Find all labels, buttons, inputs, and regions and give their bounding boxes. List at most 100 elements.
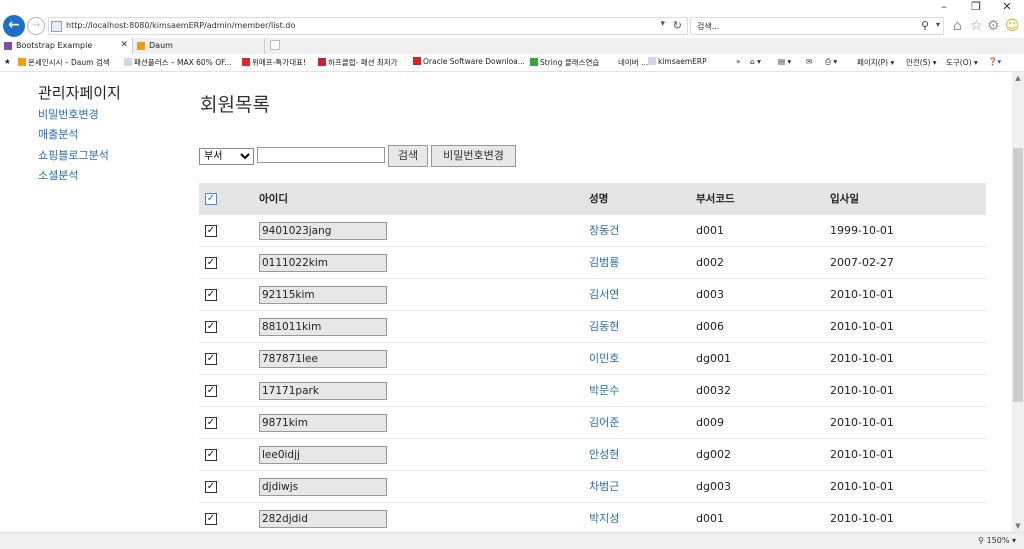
table-row: ✓ 787871lee 이민호 dg001 2010-10-01 bbox=[199, 343, 986, 375]
refresh-icon[interactable]: ↻ bbox=[673, 19, 682, 32]
hire-date: 2010-10-01 bbox=[830, 320, 894, 333]
minimize-icon[interactable]: – bbox=[930, 1, 958, 13]
member-name-link[interactable]: 장동건 bbox=[589, 215, 619, 247]
change-password-button[interactable]: 비밀번호변경 bbox=[431, 145, 516, 167]
favorite-link[interactable]: kimsaemERP bbox=[648, 57, 707, 66]
new-tab-icon[interactable] bbox=[270, 40, 280, 50]
print-icon[interactable]: ⎙ ▾ bbox=[825, 57, 837, 67]
hire-date: 2010-10-01 bbox=[830, 448, 894, 461]
sidebar-link-social[interactable]: 소셜분석 bbox=[38, 167, 78, 183]
scroll-down-icon[interactable]: ▼ bbox=[1012, 520, 1024, 532]
url-field[interactable]: http://localhost:8080/kimsaemERP/admin/m… bbox=[48, 17, 688, 35]
hire-date: 2010-10-01 bbox=[830, 480, 894, 493]
member-name-link[interactable]: 박문수 bbox=[589, 375, 619, 407]
member-id-field[interactable]: lee0idjj bbox=[259, 446, 387, 464]
sidebar-title: 관리자페이지 bbox=[38, 84, 121, 102]
browser-search-field[interactable]: 검색... ⚲ ▾ bbox=[690, 17, 944, 35]
sidebar-link-shopping-blog[interactable]: 쇼핑블로그분석 bbox=[38, 147, 109, 163]
favorite-link[interactable]: 온세인시시 – Daum 검색 bbox=[18, 57, 110, 68]
table-row: ✓ 0111022kim 김범룡 d002 2007-02-27 bbox=[199, 247, 986, 279]
search-input[interactable] bbox=[257, 147, 385, 163]
member-name-link[interactable]: 박지성 bbox=[589, 503, 619, 532]
favorites-star-add-icon[interactable]: ★ bbox=[4, 57, 11, 66]
settings-gear-icon[interactable]: ⚙ bbox=[987, 18, 1000, 34]
row-checkbox[interactable]: ✓ bbox=[205, 289, 217, 301]
dept-code: d006 bbox=[696, 320, 724, 333]
home-icon[interactable]: ⌂ bbox=[953, 18, 962, 34]
header-id: 아이디 bbox=[259, 193, 288, 205]
back-arrow-icon[interactable]: ← bbox=[3, 15, 25, 37]
help-icon[interactable]: ❓▾ bbox=[988, 57, 1001, 66]
select-all-checkbox[interactable]: ✓ bbox=[205, 193, 217, 205]
page-menu[interactable]: 페이지(P) ▾ bbox=[857, 57, 894, 68]
safety-menu[interactable]: 안전(S) ▾ bbox=[906, 57, 937, 68]
member-name-link[interactable]: 김동현 bbox=[589, 311, 619, 343]
favorite-link[interactable]: Oracle Software Downloa... bbox=[413, 57, 525, 66]
scroll-up-icon[interactable]: ▲ bbox=[1012, 72, 1024, 84]
scroll-thumb[interactable] bbox=[1013, 148, 1023, 402]
row-checkbox[interactable]: ✓ bbox=[205, 481, 217, 493]
mail-icon[interactable]: ✉ bbox=[806, 57, 812, 66]
tab-label: Daum bbox=[149, 41, 173, 50]
tools-menu[interactable]: 도구(O) ▾ bbox=[946, 57, 978, 68]
zoom-level[interactable]: ⚲ 150% ▾ bbox=[978, 536, 1016, 545]
row-checkbox[interactable]: ✓ bbox=[205, 385, 217, 397]
address-bar-row: ← → http://localhost:8080/kimsaemERP/adm… bbox=[0, 14, 1024, 38]
row-checkbox[interactable]: ✓ bbox=[205, 353, 217, 365]
vertical-scrollbar[interactable]: ▲ ▼ bbox=[1012, 72, 1024, 532]
department-select[interactable]: 부서 bbox=[199, 148, 254, 165]
member-id-field[interactable]: 787871lee bbox=[259, 350, 387, 368]
row-checkbox[interactable]: ✓ bbox=[205, 257, 217, 269]
member-name-link[interactable]: 이민호 bbox=[589, 343, 619, 375]
member-name-link[interactable]: 차범근 bbox=[589, 471, 619, 503]
search-icon[interactable]: ⚲ bbox=[921, 19, 929, 32]
smiley-feedback-icon[interactable]: ☺ bbox=[1005, 18, 1020, 34]
member-name-link[interactable]: 김서연 bbox=[589, 279, 619, 311]
tab-bootstrap-example[interactable]: Bootstrap Example ✕ bbox=[0, 38, 133, 54]
search-button[interactable]: 검색 bbox=[388, 145, 428, 167]
url-text: http://localhost:8080/kimsaemERP/admin/m… bbox=[66, 21, 296, 30]
member-name-link[interactable]: 안성현 bbox=[589, 439, 619, 471]
member-name-link[interactable]: 김어준 bbox=[589, 407, 619, 439]
row-checkbox[interactable]: ✓ bbox=[205, 513, 217, 525]
hire-date: 2010-10-01 bbox=[830, 512, 894, 525]
table-row: ✓ 9401023jang 장동건 d001 1999-10-01 bbox=[199, 215, 986, 247]
forward-arrow-icon[interactable]: → bbox=[27, 17, 45, 35]
dept-code: dg001 bbox=[696, 352, 731, 365]
row-checkbox[interactable]: ✓ bbox=[205, 449, 217, 461]
rss-feed-icon[interactable]: ▤ ▾ bbox=[778, 57, 791, 66]
member-id-field[interactable]: 0111022kim bbox=[259, 254, 387, 272]
maximize-icon[interactable]: ❐ bbox=[962, 1, 990, 13]
member-id-field[interactable]: djdiwjs bbox=[259, 478, 387, 496]
header-hire-date: 입사일 bbox=[830, 193, 859, 205]
favorites-star-icon[interactable]: ☆ bbox=[970, 18, 983, 34]
member-id-field[interactable]: 9401023jang bbox=[259, 222, 387, 240]
row-checkbox[interactable]: ✓ bbox=[205, 417, 217, 429]
search-dropdown-icon[interactable]: ▾ bbox=[936, 20, 940, 29]
member-id-field[interactable]: 282djdid bbox=[259, 510, 387, 528]
favorite-link[interactable]: 네이버 ... bbox=[608, 57, 648, 68]
dept-code: d002 bbox=[696, 256, 724, 269]
sidebar-link-password[interactable]: 비밀번호변경 bbox=[38, 106, 99, 122]
member-id-field[interactable]: 881011kim bbox=[259, 318, 387, 336]
close-tab-icon[interactable]: ✕ bbox=[120, 38, 128, 53]
row-checkbox[interactable]: ✓ bbox=[205, 225, 217, 237]
favorite-link[interactable]: 패션플러스 – MAX 60% OF... bbox=[124, 57, 231, 68]
tab-daum[interactable]: Daum bbox=[133, 38, 265, 54]
member-id-field[interactable]: 17171park bbox=[259, 382, 387, 400]
close-window-icon[interactable]: ✕ bbox=[993, 1, 1021, 13]
sidebar-link-sales[interactable]: 매출분석 bbox=[38, 126, 78, 142]
home-menu-icon[interactable]: ⌂ ▾ bbox=[750, 57, 761, 66]
hire-date: 2010-10-01 bbox=[830, 384, 894, 397]
row-checkbox[interactable]: ✓ bbox=[205, 321, 217, 333]
favorite-link[interactable]: 위메프-특가대표! bbox=[242, 57, 306, 68]
member-id-field[interactable]: 9871kim bbox=[259, 414, 387, 432]
member-id-field[interactable]: 92115kim bbox=[259, 286, 387, 304]
url-dropdown-icon[interactable]: ▾ bbox=[660, 19, 665, 29]
member-name-link[interactable]: 김범룡 bbox=[589, 247, 619, 279]
favorite-link[interactable]: String 클래스연습 bbox=[530, 57, 599, 68]
more-favorites-icon[interactable]: » bbox=[736, 57, 741, 66]
dept-code: d001 bbox=[696, 512, 724, 525]
table-row: ✓ 282djdid 박지성 d001 2010-10-01 bbox=[199, 503, 986, 532]
favorite-link[interactable]: 하프클럽- 패션 최저가 bbox=[318, 57, 398, 68]
